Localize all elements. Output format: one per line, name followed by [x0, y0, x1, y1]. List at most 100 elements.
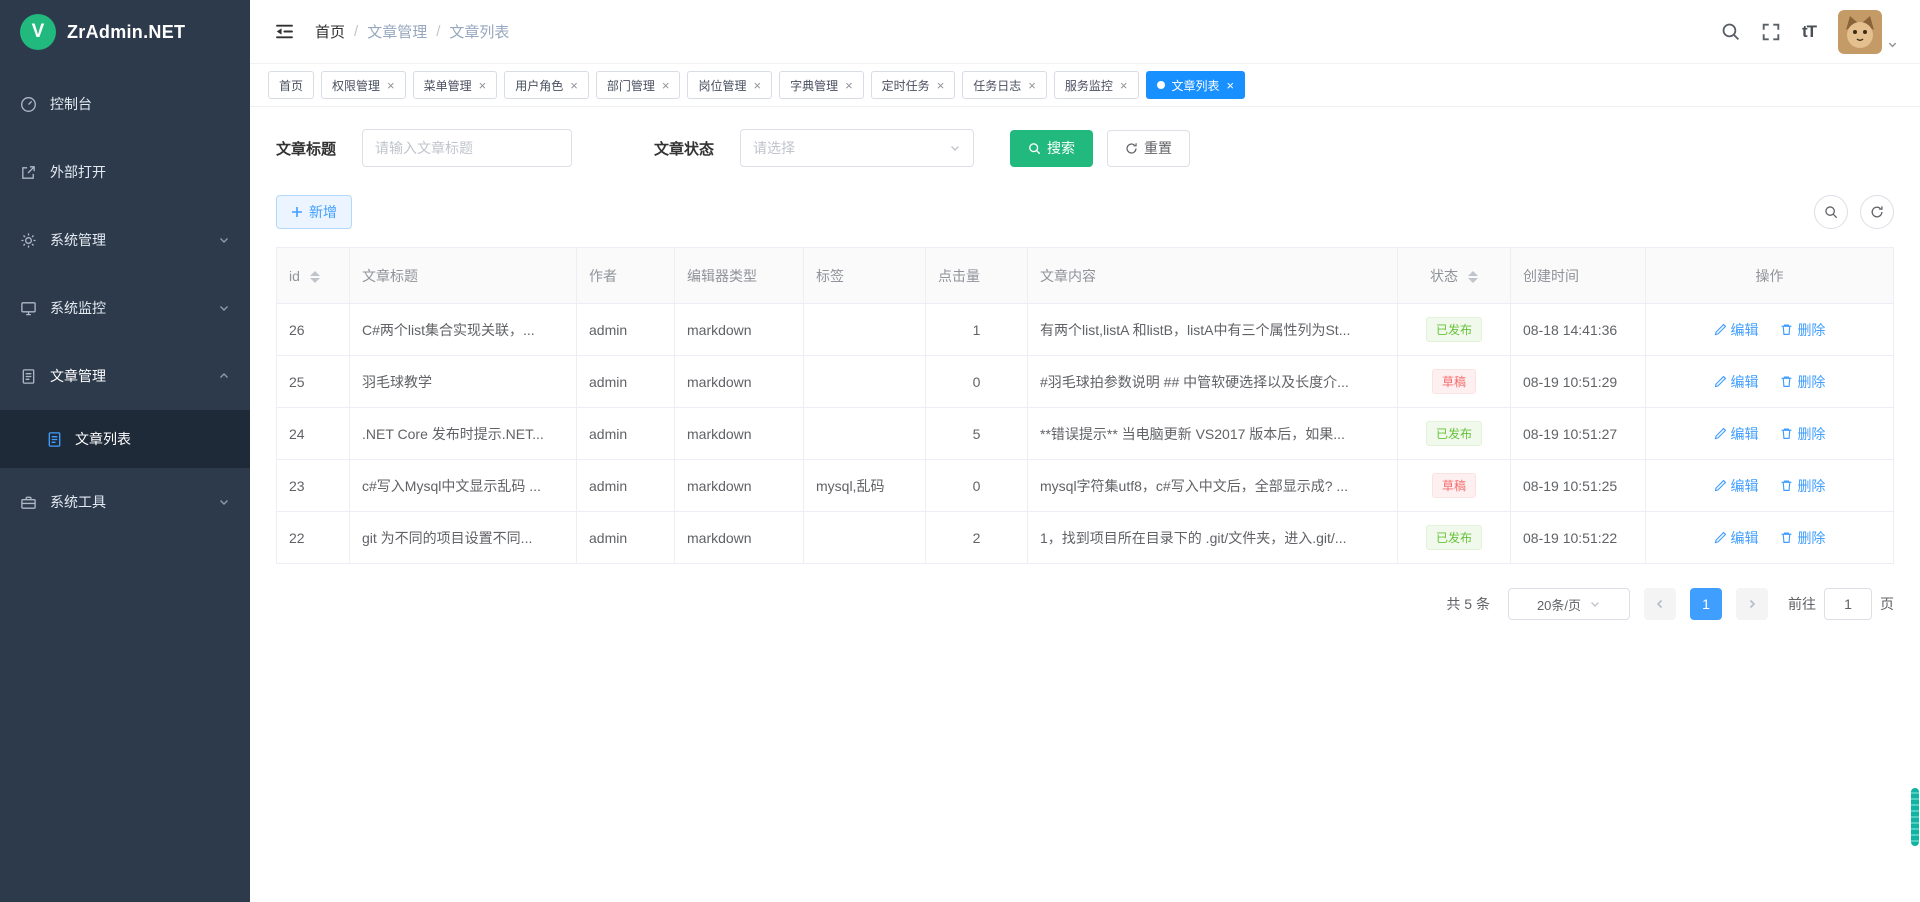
column-header-id[interactable]: id [277, 248, 350, 304]
close-icon[interactable]: × [845, 79, 853, 92]
close-icon[interactable]: × [662, 79, 670, 92]
tab-service-monitor[interactable]: 服务监控 × [1054, 71, 1139, 99]
tab-menu-manage[interactable]: 菜单管理 × [413, 71, 498, 99]
page-size-select[interactable]: 20条/页 [1508, 588, 1630, 620]
sidebar-menu: 控制台 外部打开 系统管理 系 [0, 64, 250, 536]
delete-article-link[interactable]: 删除 [1780, 528, 1825, 548]
column-header-title: 文章标题 [350, 248, 577, 304]
goto-page-input[interactable] [1824, 588, 1872, 620]
tab-scheduled-task[interactable]: 定时任务 × [871, 71, 956, 99]
tab-permission-manage[interactable]: 权限管理 × [321, 71, 406, 99]
sidebar-item-article-list[interactable]: 文章列表 [0, 410, 250, 468]
sidebar-item-article-manage[interactable]: 文章管理 [0, 342, 250, 410]
cell-status: 已发布 [1398, 304, 1511, 356]
edit-article-link[interactable]: 编辑 [1714, 476, 1759, 496]
breadcrumb-home[interactable]: 首页 [315, 21, 345, 42]
chevron-up-icon [218, 370, 230, 382]
close-icon[interactable]: × [387, 79, 395, 92]
search-icon[interactable] [1721, 22, 1740, 41]
sidebar-item-dashboard[interactable]: 控制台 [0, 70, 250, 138]
app-root: V ZrAdmin.NET 控制台 外部打开 系统管理 [0, 0, 1920, 902]
breadcrumb-separator: / [436, 23, 440, 40]
close-icon[interactable]: × [570, 79, 578, 92]
close-icon[interactable]: × [753, 79, 761, 92]
cell-status: 已发布 [1398, 408, 1511, 460]
close-icon[interactable]: × [937, 79, 945, 92]
tab-dept-manage[interactable]: 部门管理 × [596, 71, 681, 99]
article-title-label: 文章标题 [276, 138, 336, 159]
add-article-button[interactable]: 新增 [276, 195, 352, 229]
topbar-right: tT [1721, 10, 1898, 54]
page-content: 文章标题 文章状态 请选择 搜索 [250, 107, 1920, 902]
cell-id: 22 [277, 512, 350, 564]
delete-article-link[interactable]: 删除 [1780, 372, 1825, 392]
cell-created: 08-19 10:51:27 [1511, 408, 1646, 460]
cell-editor: markdown [675, 304, 804, 356]
sidebar-item-system-manage[interactable]: 系统管理 [0, 206, 250, 274]
user-menu[interactable] [1838, 10, 1898, 54]
cell-id: 23 [277, 460, 350, 512]
cell-id: 24 [277, 408, 350, 460]
close-icon[interactable]: × [479, 79, 487, 92]
prev-page-button[interactable] [1644, 588, 1676, 620]
topbar: 首页 / 文章管理 / 文章列表 tT [250, 0, 1920, 64]
delete-article-link[interactable]: 删除 [1780, 476, 1825, 496]
status-badge: 已发布 [1426, 525, 1482, 550]
scrollbar-thumb[interactable] [1911, 788, 1919, 846]
sidebar-item-system-monitor[interactable]: 系统监控 [0, 274, 250, 342]
breadcrumb-separator: / [354, 23, 358, 40]
cell-id: 25 [277, 356, 350, 408]
cell-content: **错误提示** 当电脑更新 VS2017 版本后，如果... [1028, 408, 1398, 460]
delete-article-link[interactable]: 删除 [1780, 320, 1825, 340]
cell-tags [804, 512, 926, 564]
edit-article-link[interactable]: 编辑 [1714, 320, 1759, 340]
column-header-clicks: 点击量 [926, 248, 1028, 304]
search-button[interactable]: 搜索 [1010, 130, 1093, 167]
reset-button[interactable]: 重置 [1107, 130, 1190, 167]
sidebar-item-label: 系统工具 [50, 492, 106, 512]
sort-icon [1468, 271, 1478, 283]
tab-task-log[interactable]: 任务日志 × [962, 71, 1047, 99]
status-badge: 草稿 [1432, 369, 1476, 394]
fullscreen-icon[interactable] [1762, 23, 1780, 41]
toggle-search-icon[interactable] [1814, 195, 1848, 229]
sidebar-item-label: 外部打开 [50, 162, 106, 182]
sidebar-item-external-open[interactable]: 外部打开 [0, 138, 250, 206]
cell-id: 26 [277, 304, 350, 356]
cell-author: admin [577, 356, 675, 408]
sidebar-item-label: 文章列表 [75, 429, 131, 449]
plus-icon [291, 206, 303, 218]
tab-home[interactable]: 首页 [268, 71, 314, 99]
tab-post-manage[interactable]: 岗位管理 × [687, 71, 772, 99]
tabs-bar: 首页 权限管理 × 菜单管理 × 用户角色 × 部门管理 × 岗位管理 × [250, 64, 1920, 107]
edit-article-link[interactable]: 编辑 [1714, 372, 1759, 392]
tab-dict-manage[interactable]: 字典管理 × [779, 71, 864, 99]
close-icon[interactable]: × [1227, 79, 1235, 92]
font-size-icon[interactable]: tT [1802, 22, 1816, 42]
article-title-input[interactable] [362, 129, 572, 167]
edit-article-link[interactable]: 编辑 [1714, 424, 1759, 444]
sidebar-item-system-tools[interactable]: 系统工具 [0, 468, 250, 536]
cell-editor: markdown [675, 512, 804, 564]
goto-label: 前往 [1788, 594, 1816, 614]
cell-editor: markdown [675, 356, 804, 408]
close-icon[interactable]: × [1028, 79, 1036, 92]
page-number-1[interactable]: 1 [1690, 588, 1722, 620]
chevron-down-icon [949, 142, 961, 154]
cell-content: 有两个list,listA 和listB，listA中有三个属性列为St... [1028, 304, 1398, 356]
app-logo[interactable]: V ZrAdmin.NET [0, 0, 250, 64]
sidebar-item-label: 文章管理 [50, 366, 106, 386]
next-page-button[interactable] [1736, 588, 1768, 620]
delete-article-link[interactable]: 删除 [1780, 424, 1825, 444]
collapse-sidebar-icon[interactable] [274, 21, 295, 42]
tab-article-list[interactable]: 文章列表 × [1146, 71, 1246, 99]
column-header-status[interactable]: 状态 [1398, 248, 1511, 304]
tab-user-role[interactable]: 用户角色 × [504, 71, 589, 99]
article-status-select[interactable]: 请选择 [740, 129, 974, 167]
refresh-table-icon[interactable] [1860, 195, 1894, 229]
breadcrumb-article-manage[interactable]: 文章管理 [367, 21, 427, 42]
main-area: 首页 / 文章管理 / 文章列表 tT [250, 0, 1920, 902]
toolbox-icon [20, 494, 37, 511]
edit-article-link[interactable]: 编辑 [1714, 528, 1759, 548]
close-icon[interactable]: × [1120, 79, 1128, 92]
